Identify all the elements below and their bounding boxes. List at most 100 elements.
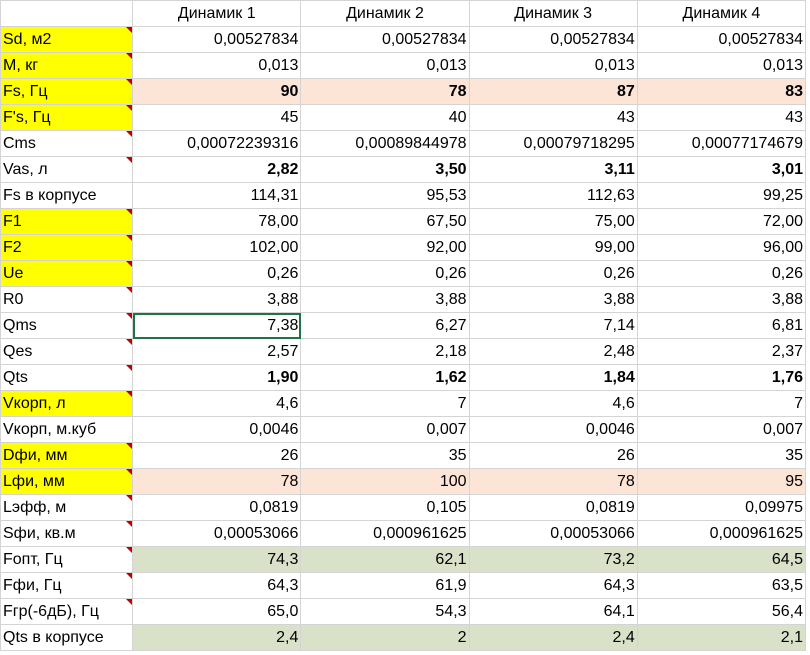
row-label-cell[interactable]: Ue (0, 260, 134, 287)
value-cell[interactable]: 0,0819 (132, 494, 302, 521)
selected-cell[interactable]: 7,38 (132, 312, 302, 339)
value-cell[interactable]: 40 (300, 104, 470, 131)
value-cell[interactable]: 0,26 (300, 260, 470, 287)
value-cell[interactable]: 0,00527834 (468, 26, 638, 53)
value-cell[interactable]: 65,0 (132, 598, 302, 625)
value-cell[interactable]: 7 (300, 390, 470, 417)
value-cell[interactable]: 112,63 (468, 182, 638, 209)
value-cell[interactable]: 2,82 (132, 156, 302, 183)
row-label-cell[interactable]: Fопт, Гц (0, 546, 134, 573)
comment-indicator-icon[interactable] (126, 235, 132, 241)
value-cell[interactable]: 4,6 (468, 390, 638, 417)
value-cell[interactable]: 75,00 (468, 208, 638, 235)
row-label-cell[interactable]: R0 (0, 286, 134, 313)
value-cell[interactable]: 2,1 (636, 624, 807, 651)
value-cell[interactable]: 61,9 (300, 572, 470, 599)
value-cell[interactable]: 92,00 (300, 234, 470, 261)
value-cell[interactable]: 78 (132, 468, 302, 495)
comment-indicator-icon[interactable] (126, 469, 132, 475)
row-label-cell[interactable]: Qms (0, 312, 134, 339)
row-label-cell[interactable]: Lфи, мм (0, 468, 134, 495)
value-cell[interactable]: 3,88 (300, 286, 470, 313)
row-label-cell[interactable]: Vкорп, л (0, 390, 134, 417)
comment-indicator-icon[interactable] (126, 495, 132, 501)
value-cell[interactable]: 96,00 (636, 234, 807, 261)
value-cell[interactable]: 2,48 (468, 338, 638, 365)
value-cell[interactable]: 6,81 (636, 312, 807, 339)
value-cell[interactable]: 100 (300, 468, 470, 495)
value-cell[interactable]: 102,00 (132, 234, 302, 261)
value-cell[interactable]: 0,013 (132, 52, 302, 79)
value-cell[interactable]: 0,00527834 (300, 26, 470, 53)
comment-indicator-icon[interactable] (126, 547, 132, 553)
comment-indicator-icon[interactable] (126, 287, 132, 293)
value-cell[interactable]: 0,26 (132, 260, 302, 287)
comment-indicator-icon[interactable] (126, 521, 132, 527)
column-header-speaker-4[interactable]: Динамик 4 (636, 0, 807, 27)
column-header-speaker-2[interactable]: Динамик 2 (300, 0, 470, 27)
value-cell[interactable]: 56,4 (636, 598, 807, 625)
value-cell[interactable]: 64,3 (132, 572, 302, 599)
value-cell[interactable]: 64,3 (468, 572, 638, 599)
value-cell[interactable]: 99,00 (468, 234, 638, 261)
value-cell[interactable]: 4,6 (132, 390, 302, 417)
value-cell[interactable]: 73,2 (468, 546, 638, 573)
value-cell[interactable]: 3,11 (468, 156, 638, 183)
comment-indicator-icon[interactable] (126, 261, 132, 267)
value-cell[interactable]: 1,84 (468, 364, 638, 391)
value-cell[interactable]: 0,00089844978 (300, 130, 470, 157)
value-cell[interactable]: 3,88 (468, 286, 638, 313)
value-cell[interactable]: 2 (300, 624, 470, 651)
value-cell[interactable]: 3,50 (300, 156, 470, 183)
value-cell[interactable]: 0,00527834 (636, 26, 807, 53)
value-cell[interactable]: 2,57 (132, 338, 302, 365)
value-cell[interactable]: 1,90 (132, 364, 302, 391)
value-cell[interactable]: 3,01 (636, 156, 807, 183)
comment-indicator-icon[interactable] (126, 339, 132, 345)
value-cell[interactable]: 0,0046 (132, 416, 302, 443)
row-label-cell[interactable]: Qts в корпусе (0, 624, 134, 651)
comment-indicator-icon[interactable] (126, 391, 132, 397)
comment-indicator-icon[interactable] (126, 209, 132, 215)
value-cell[interactable]: 78,00 (132, 208, 302, 235)
row-label-cell[interactable]: M, кг (0, 52, 134, 79)
value-cell[interactable]: 35 (300, 442, 470, 469)
row-label-cell[interactable]: Vas, л (0, 156, 134, 183)
value-cell[interactable]: 0,00072239316 (132, 130, 302, 157)
comment-indicator-icon[interactable] (126, 443, 132, 449)
value-cell[interactable]: 7 (636, 390, 807, 417)
comment-indicator-icon[interactable] (126, 105, 132, 111)
value-cell[interactable]: 3,88 (636, 286, 807, 313)
value-cell[interactable]: 2,4 (132, 624, 302, 651)
value-cell[interactable]: 87 (468, 78, 638, 105)
row-label-cell[interactable]: Sd, м2 (0, 26, 134, 53)
value-cell[interactable]: 0,0046 (468, 416, 638, 443)
value-cell[interactable]: 64,1 (468, 598, 638, 625)
value-cell[interactable]: 67,50 (300, 208, 470, 235)
row-label-cell[interactable]: Qts (0, 364, 134, 391)
row-label-cell[interactable]: F1 (0, 208, 134, 235)
value-cell[interactable]: 72,00 (636, 208, 807, 235)
column-header-speaker-3[interactable]: Динамик 3 (468, 0, 638, 27)
value-cell[interactable]: 2,37 (636, 338, 807, 365)
value-cell[interactable]: 0,26 (636, 260, 807, 287)
value-cell[interactable]: 1,76 (636, 364, 807, 391)
value-cell[interactable]: 83 (636, 78, 807, 105)
comment-indicator-icon[interactable] (126, 313, 132, 319)
value-cell[interactable]: 62,1 (300, 546, 470, 573)
value-cell[interactable]: 26 (468, 442, 638, 469)
value-cell[interactable]: 43 (636, 104, 807, 131)
value-cell[interactable]: 2,18 (300, 338, 470, 365)
row-label-cell[interactable]: Fгр(-6дБ), Гц (0, 598, 134, 625)
value-cell[interactable]: 0,000961625 (636, 520, 807, 547)
value-cell[interactable]: 0,00053066 (468, 520, 638, 547)
value-cell[interactable]: 99,25 (636, 182, 807, 209)
value-cell[interactable]: 0,00077174679 (636, 130, 807, 157)
value-cell[interactable]: 0,007 (636, 416, 807, 443)
value-cell[interactable]: 95,53 (300, 182, 470, 209)
value-cell[interactable]: 0,007 (300, 416, 470, 443)
row-label-cell[interactable]: Fs, Гц (0, 78, 134, 105)
value-cell[interactable]: 114,31 (132, 182, 302, 209)
value-cell[interactable]: 78 (468, 468, 638, 495)
value-cell[interactable]: 90 (132, 78, 302, 105)
